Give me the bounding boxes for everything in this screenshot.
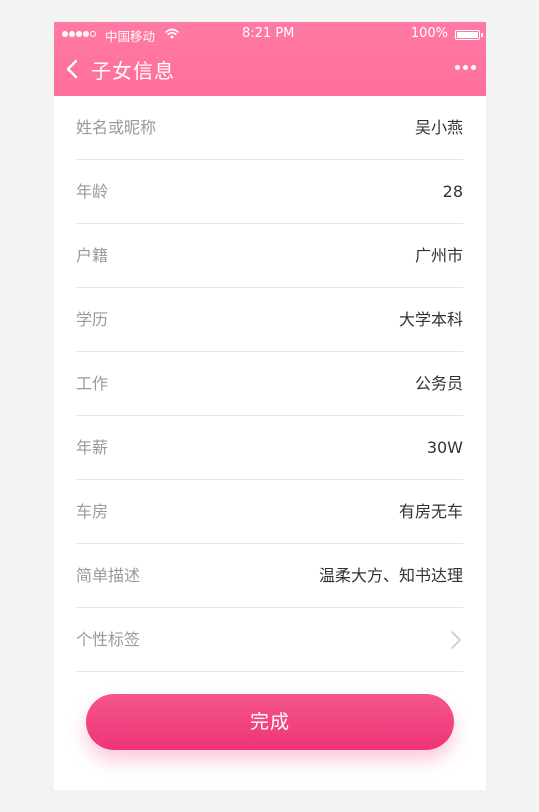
carrier-label: 中国移动 [105,29,156,44]
field-row-education[interactable]: 学历 大学本科 [76,288,463,352]
field-value: 广州市 [414,246,463,265]
field-label: 工作 [76,374,109,393]
status-time: 8:21 PM [242,26,295,41]
signal-dots-icon [62,31,96,37]
field-value: 温柔大方、知书达理 [318,566,463,585]
field-row-description[interactable]: 简单描述 温柔大方、知书达理 [76,544,463,608]
field-row-hukou[interactable]: 户籍 广州市 [76,224,463,288]
field-label: 学历 [76,310,109,329]
field-value: 28 [442,182,463,201]
page-title: 子女信息 [91,59,175,83]
done-button[interactable]: 完成 [86,694,454,750]
back-button[interactable] [64,58,82,80]
phone-screen: 中国移动 8:21 PM 100% 子女信息 姓名或昵称 吴小燕 年龄 28 户… [54,22,486,790]
status-bar: 中国移动 8:21 PM 100% [54,22,486,48]
field-row-age[interactable]: 年龄 28 [76,160,463,224]
field-row-salary[interactable]: 年薪 30W [76,416,463,480]
info-list: 姓名或昵称 吴小燕 年龄 28 户籍 广州市 学历 大学本科 工作 公务员 年薪… [76,96,463,672]
chevron-left-icon [66,59,78,79]
battery-percent: 100% [410,26,448,41]
field-value: 公务员 [414,374,463,393]
field-label: 户籍 [76,246,109,265]
field-row-job[interactable]: 工作 公务员 [76,352,463,416]
battery-icon [455,30,483,40]
wifi-icon [165,28,179,43]
more-dots-icon [455,65,460,70]
field-label: 车房 [76,502,109,521]
field-value: 大学本科 [398,310,463,329]
field-value: 吴小燕 [414,118,463,137]
field-value: 有房无车 [398,502,463,521]
field-row-name[interactable]: 姓名或昵称 吴小燕 [76,96,463,160]
field-row-tags[interactable]: 个性标签 [76,608,463,672]
field-label: 简单描述 [76,566,141,585]
field-label: 个性标签 [76,630,141,649]
header-bar: 中国移动 8:21 PM 100% 子女信息 [54,22,486,96]
field-label: 姓名或昵称 [76,118,157,137]
field-value: 30W [426,438,463,457]
field-row-car-house[interactable]: 车房 有房无车 [76,480,463,544]
more-button[interactable] [455,65,476,70]
chevron-right-icon [451,631,461,649]
field-label: 年薪 [76,438,109,457]
field-label: 年龄 [76,182,109,201]
